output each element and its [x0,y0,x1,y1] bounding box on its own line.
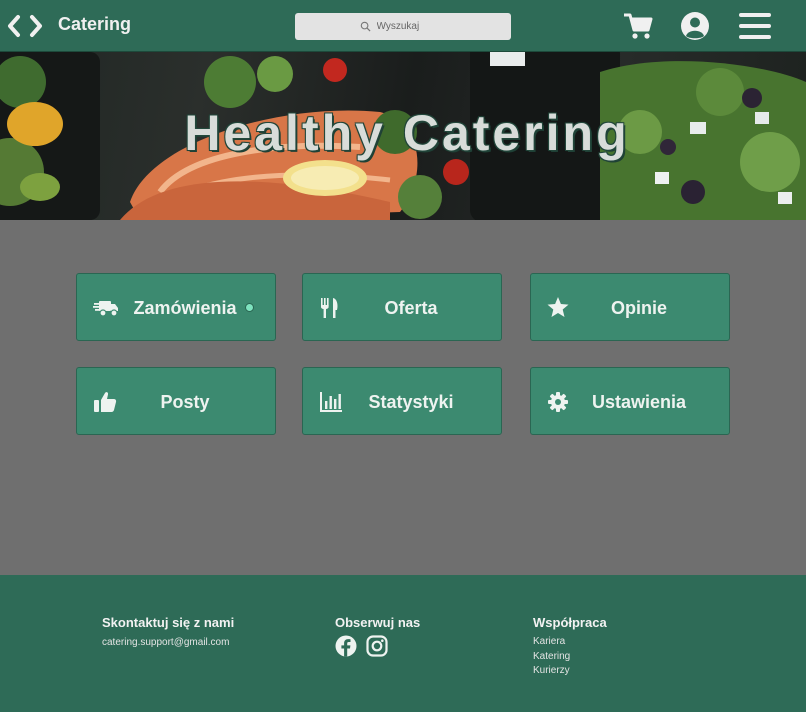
user-account-icon[interactable] [680,10,710,42]
tile-statystyki[interactable]: Statystyki [302,367,502,435]
hero-title: Healthy Catering [184,105,630,161]
tile-zamowienia[interactable]: Zamówienia [76,273,276,341]
contact-heading: Skontaktuj się z nami [102,615,235,630]
tile-label: Ustawienia [591,392,687,412]
cart-icon[interactable] [622,10,654,42]
tile-label: Oferta [384,298,438,318]
tile-opinie[interactable]: Opinie [530,273,730,341]
nav-arrows [6,14,44,38]
cooperation-heading: Współpraca [533,615,607,630]
facebook-icon[interactable] [335,635,357,657]
search-icon [360,21,371,32]
instagram-icon[interactable] [366,635,388,657]
footer-link-kurierzy[interactable]: Kurierzy [533,665,570,676]
hamburger-menu-icon[interactable] [738,10,772,42]
tile-label: Posty [160,392,210,412]
brand-title[interactable]: Catering [58,14,131,35]
footer: Skontaktuj się z nami catering.support@g… [0,575,806,712]
follow-heading: Obserwuj nas [335,615,421,630]
tile-oferta[interactable]: Oferta [302,273,502,341]
tile-posty[interactable]: Posty [76,367,276,435]
tile-label: Opinie [610,298,667,318]
status-dot [245,303,254,312]
tile-ustawienia[interactable]: Ustawienia [530,367,730,435]
top-bar: Catering [0,0,806,52]
tile-label: Statystyki [368,392,454,412]
hero-banner: Healthy Catering [0,52,806,220]
forward-arrow-icon[interactable] [28,14,44,38]
footer-link-kariera[interactable]: Kariera [533,636,565,647]
tile-label: Zamówienia [133,298,237,318]
footer-link-katering[interactable]: Katering [533,651,570,662]
search-box[interactable] [295,13,511,40]
back-arrow-icon[interactable] [6,14,22,38]
contact-email[interactable]: catering.support@gmail.com [102,637,229,648]
search-input[interactable] [376,21,447,32]
